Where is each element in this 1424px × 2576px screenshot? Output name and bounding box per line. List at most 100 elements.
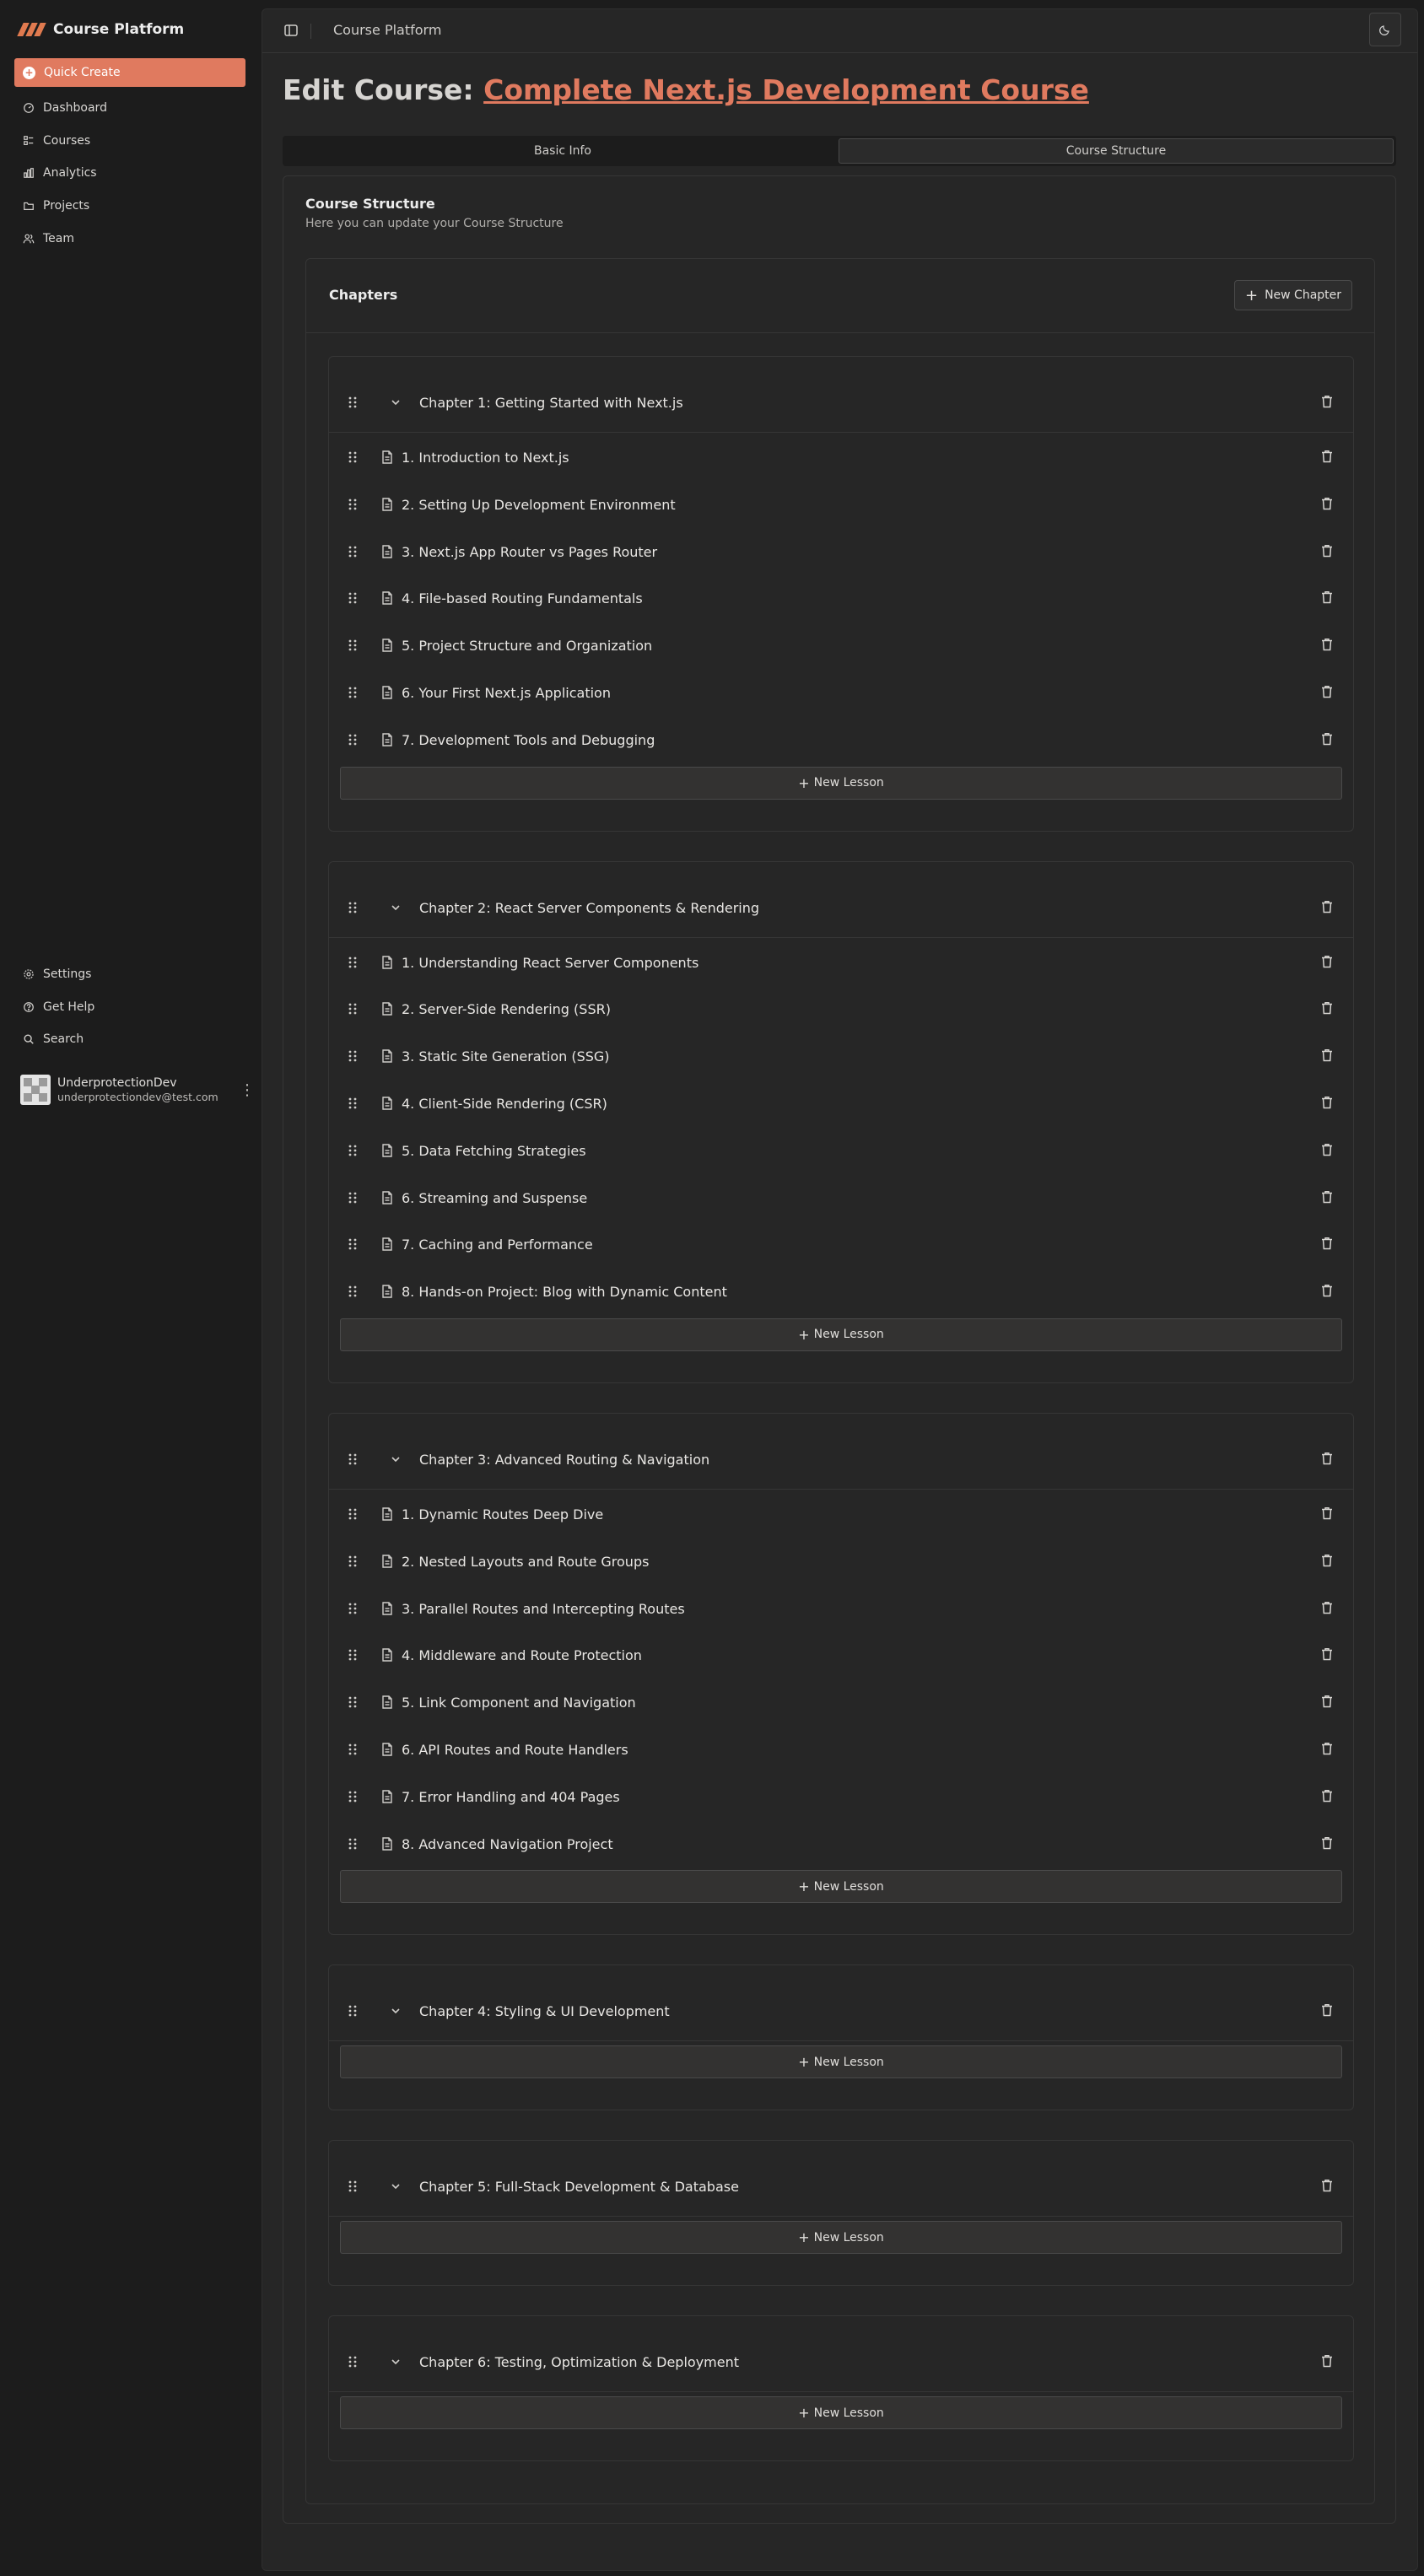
drag-handle-icon[interactable] <box>347 1555 359 1568</box>
delete-lesson-icon[interactable] <box>1321 544 1333 558</box>
lesson-title[interactable]: 7. Development Tools and Debugging <box>402 732 655 748</box>
sidebar-item-get-help[interactable]: Get Help <box>14 991 245 1024</box>
delete-lesson-icon[interactable] <box>1321 955 1333 968</box>
delete-lesson-icon[interactable] <box>1321 1601 1333 1614</box>
lesson-title[interactable]: 1. Understanding React Server Components <box>402 955 699 971</box>
drag-handle-icon[interactable] <box>347 1002 359 1016</box>
lesson-title[interactable]: 6. Your First Next.js Application <box>402 685 611 701</box>
chevron-down-icon[interactable] <box>390 396 402 407</box>
quick-create-button[interactable]: + Quick Create <box>14 58 245 87</box>
new-chapter-button[interactable]: + New Chapter <box>1234 280 1352 310</box>
delete-lesson-icon[interactable] <box>1321 1742 1333 1755</box>
lesson-title[interactable]: 4. Client-Side Rendering (CSR) <box>402 1096 607 1112</box>
chapter-title[interactable]: Chapter 6: Testing, Optimization & Deplo… <box>419 2354 739 2370</box>
new-lesson-button[interactable]: + New Lesson <box>340 2045 1342 2079</box>
delete-lesson-icon[interactable] <box>1321 638 1333 651</box>
drag-handle-icon[interactable] <box>347 733 359 746</box>
drag-handle-icon[interactable] <box>347 450 359 464</box>
lesson-title[interactable]: 7. Error Handling and 404 Pages <box>402 1789 620 1805</box>
sidebar-item-courses[interactable]: Courses <box>14 125 245 158</box>
lesson-title[interactable]: 2. Server-Side Rendering (SSR) <box>402 1001 611 1017</box>
chevron-down-icon[interactable] <box>390 2004 402 2016</box>
lesson-title[interactable]: 8. Advanced Navigation Project <box>402 1836 613 1852</box>
delete-lesson-icon[interactable] <box>1321 1789 1333 1803</box>
drag-handle-icon[interactable] <box>347 1743 359 1756</box>
drag-handle-icon[interactable] <box>347 1602 359 1615</box>
delete-chapter-icon[interactable] <box>1321 2354 1333 2368</box>
new-lesson-button[interactable]: + New Lesson <box>340 766 1342 800</box>
drag-handle-icon[interactable] <box>347 1507 359 1521</box>
drag-handle-icon[interactable] <box>347 1097 359 1110</box>
lesson-title[interactable]: 5. Link Component and Navigation <box>402 1695 636 1711</box>
chapter-title[interactable]: Chapter 1: Getting Started with Next.js <box>419 395 683 411</box>
delete-lesson-icon[interactable] <box>1321 1190 1333 1204</box>
lesson-title[interactable]: 7. Caching and Performance <box>402 1237 593 1253</box>
delete-lesson-icon[interactable] <box>1321 732 1333 746</box>
chevron-down-icon[interactable] <box>390 2180 402 2191</box>
drag-handle-icon[interactable] <box>347 1237 359 1251</box>
delete-lesson-icon[interactable] <box>1321 590 1333 604</box>
tab-basic-info[interactable]: Basic Info <box>285 138 840 164</box>
drag-handle-icon[interactable] <box>347 901 359 914</box>
sidebar-item-projects[interactable]: Projects <box>14 190 245 223</box>
chapter-title[interactable]: Chapter 3: Advanced Routing & Navigation <box>419 1452 709 1468</box>
drag-handle-icon[interactable] <box>347 1790 359 1803</box>
lesson-title[interactable]: 2. Nested Layouts and Route Groups <box>402 1554 649 1570</box>
brand[interactable]: Course Platform <box>17 19 184 40</box>
drag-handle-icon[interactable] <box>347 1191 359 1204</box>
delete-lesson-icon[interactable] <box>1321 685 1333 698</box>
delete-lesson-icon[interactable] <box>1321 1506 1333 1520</box>
lesson-title[interactable]: 8. Hands-on Project: Blog with Dynamic C… <box>402 1284 727 1300</box>
delete-lesson-icon[interactable] <box>1321 1695 1333 1708</box>
drag-handle-icon[interactable] <box>347 2004 359 2018</box>
course-name-link[interactable]: Complete Next.js Development Course <box>483 73 1089 106</box>
delete-chapter-icon[interactable] <box>1321 1452 1333 1465</box>
chevron-down-icon[interactable] <box>390 2355 402 2367</box>
lesson-title[interactable]: 6. API Routes and Route Handlers <box>402 1742 628 1758</box>
delete-lesson-icon[interactable] <box>1321 497 1333 510</box>
drag-handle-icon[interactable] <box>347 1049 359 1063</box>
drag-handle-icon[interactable] <box>347 956 359 969</box>
delete-lesson-icon[interactable] <box>1321 1554 1333 1567</box>
lesson-title[interactable]: 4. File-based Routing Fundamentals <box>402 590 643 606</box>
drag-handle-icon[interactable] <box>347 2355 359 2369</box>
lesson-title[interactable]: 1. Introduction to Next.js <box>402 450 569 466</box>
lesson-title[interactable]: 5. Data Fetching Strategies <box>402 1143 586 1159</box>
drag-handle-icon[interactable] <box>347 1144 359 1157</box>
delete-lesson-icon[interactable] <box>1321 450 1333 463</box>
new-lesson-button[interactable]: + New Lesson <box>340 2396 1342 2430</box>
lesson-title[interactable]: 6. Streaming and Suspense <box>402 1190 587 1206</box>
sidebar-toggle-icon[interactable] <box>283 22 299 39</box>
new-lesson-button[interactable]: + New Lesson <box>340 1870 1342 1904</box>
lesson-title[interactable]: 2. Setting Up Development Environment <box>402 497 676 513</box>
delete-lesson-icon[interactable] <box>1321 1096 1333 1109</box>
tab-course-structure[interactable]: Course Structure <box>839 138 1394 164</box>
lesson-title[interactable]: 1. Dynamic Routes Deep Dive <box>402 1506 603 1522</box>
sidebar-item-settings[interactable]: Settings <box>14 958 245 991</box>
drag-handle-icon[interactable] <box>347 1695 359 1709</box>
drag-handle-icon[interactable] <box>347 545 359 558</box>
sidebar-item-analytics[interactable]: Analytics <box>14 157 245 190</box>
drag-handle-icon[interactable] <box>347 1648 359 1662</box>
sidebar-item-search[interactable]: Search <box>14 1023 245 1056</box>
sidebar-item-team[interactable]: Team <box>14 222 245 255</box>
sidebar-item-dashboard[interactable]: Dashboard <box>14 92 245 125</box>
delete-lesson-icon[interactable] <box>1321 1048 1333 1062</box>
chevron-down-icon[interactable] <box>390 1452 402 1464</box>
delete-lesson-icon[interactable] <box>1321 1237 1333 1250</box>
new-lesson-button[interactable]: + New Lesson <box>340 1318 1342 1351</box>
lesson-title[interactable]: 3. Static Site Generation (SSG) <box>402 1048 610 1064</box>
new-lesson-button[interactable]: + New Lesson <box>340 2221 1342 2255</box>
chapter-title[interactable]: Chapter 2: React Server Components & Ren… <box>419 900 759 916</box>
drag-handle-icon[interactable] <box>347 498 359 511</box>
drag-handle-icon[interactable] <box>347 1837 359 1851</box>
chapter-title[interactable]: Chapter 4: Styling & UI Development <box>419 2003 670 2019</box>
theme-toggle-button[interactable] <box>1369 13 1401 46</box>
chevron-down-icon[interactable] <box>390 901 402 913</box>
delete-chapter-icon[interactable] <box>1321 395 1333 408</box>
delete-lesson-icon[interactable] <box>1321 1284 1333 1297</box>
delete-lesson-icon[interactable] <box>1321 1001 1333 1015</box>
drag-handle-icon[interactable] <box>347 639 359 652</box>
delete-chapter-icon[interactable] <box>1321 2003 1333 2017</box>
delete-lesson-icon[interactable] <box>1321 1143 1333 1156</box>
